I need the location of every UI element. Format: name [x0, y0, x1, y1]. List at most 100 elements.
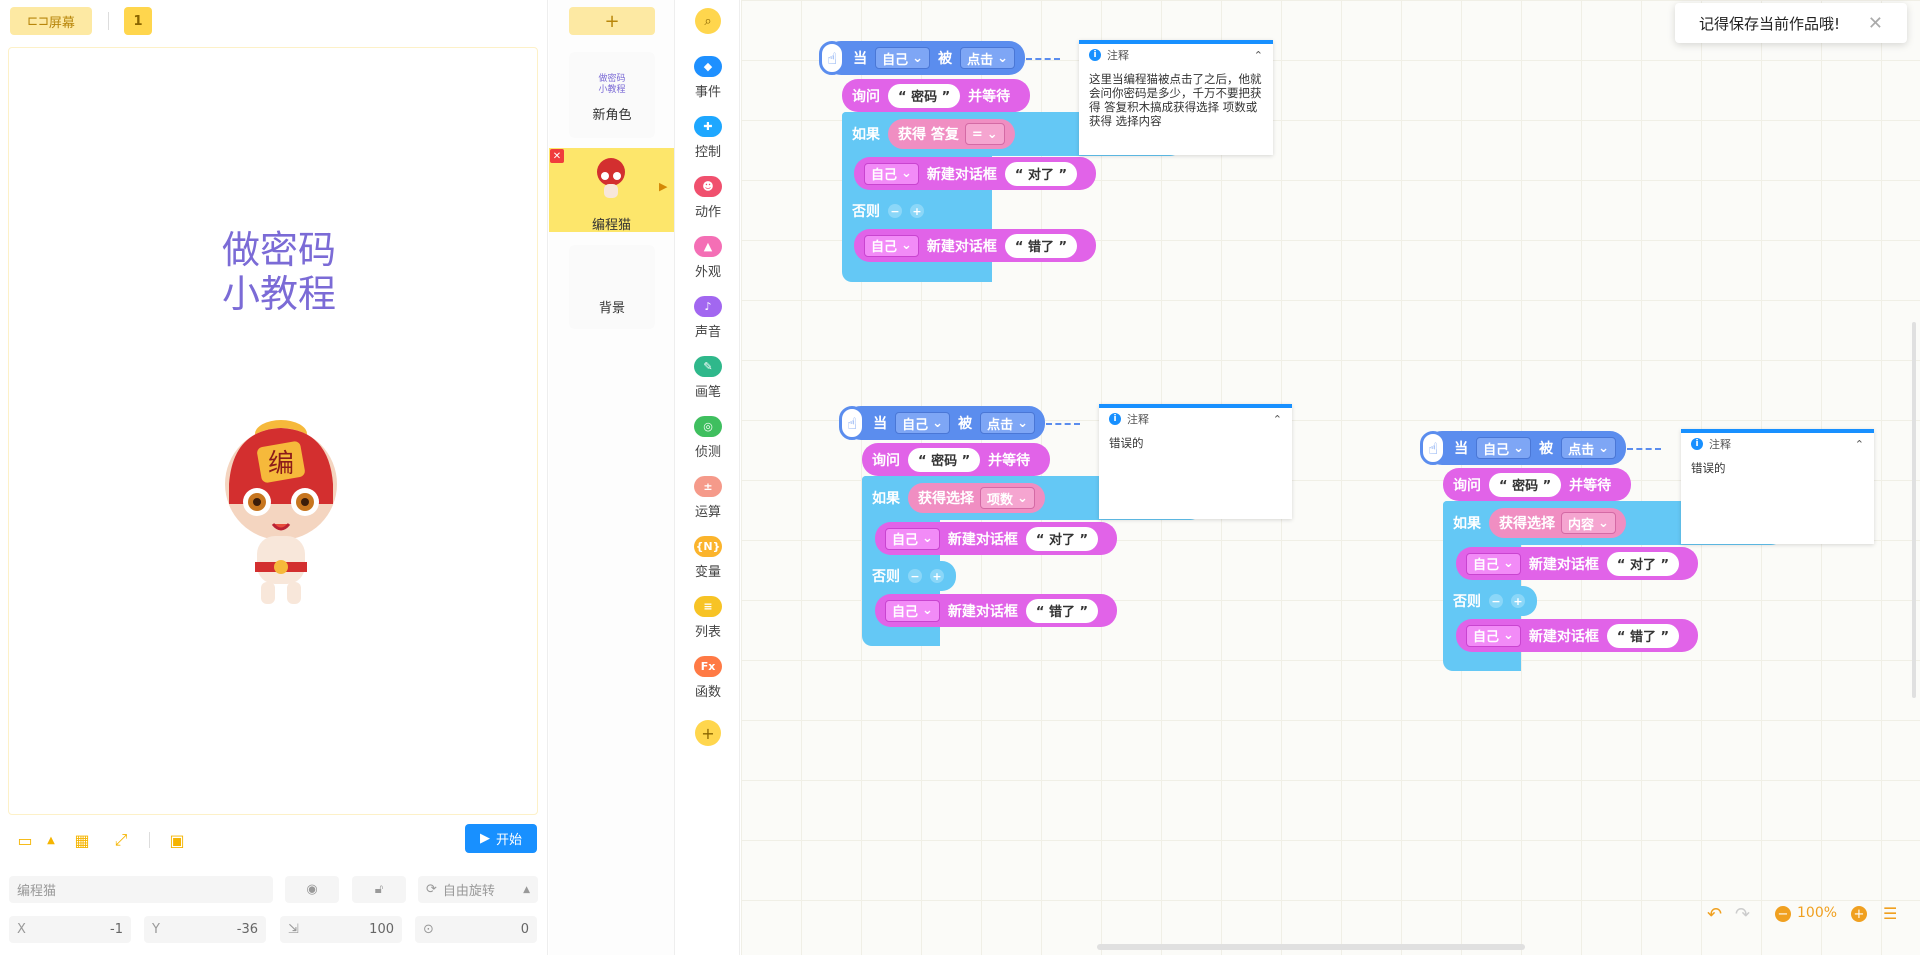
string-correct[interactable]: “ 对了 ”	[1004, 161, 1078, 186]
screen-button[interactable]: ⊏⊐ 屏幕	[10, 7, 92, 35]
x-position-field[interactable]: X -1	[9, 916, 131, 943]
add-sprite-button[interactable]: +	[569, 7, 655, 35]
collapse-icon[interactable]: ⌃	[1254, 49, 1263, 62]
add-branch-icon[interactable]: +	[910, 204, 924, 218]
sprite-coding-cat[interactable]: ✕ ▶ 编程猫	[549, 148, 674, 233]
choice-select[interactable]: 内容 ⌄	[1561, 512, 1616, 534]
redo-icon[interactable]: ↷	[1735, 904, 1750, 925]
start-button[interactable]: ▶ 开始	[465, 824, 537, 853]
remove-branch-icon[interactable]: −	[908, 569, 922, 583]
category-item[interactable]: ≡ 列表	[676, 596, 740, 640]
caret-up-icon[interactable]: ▲	[41, 830, 61, 850]
get-choice-block[interactable]: 获得选择 项数 ⌄	[908, 483, 1045, 513]
fullscreen-icon[interactable]: ⤢	[111, 830, 131, 850]
new-dialog-block[interactable]: 自己 ⌄ 新建对话框 “ 对了 ”	[854, 157, 1096, 190]
category-item[interactable]: ▲ 外观	[676, 236, 740, 280]
string-password[interactable]: “ 密码 ”	[888, 83, 961, 108]
category-item[interactable]: Fx 函数	[676, 656, 740, 700]
string-wrong[interactable]: “ 错了 ”	[1606, 623, 1680, 648]
category-item[interactable]: {N} 变量	[676, 536, 740, 580]
category-item[interactable]: ☻ 动作	[676, 176, 740, 220]
new-role-thumbnail: 做密码 小教程	[569, 74, 655, 96]
visibility-toggle[interactable]: ◉	[285, 876, 339, 903]
y-position-field[interactable]: Y -36	[144, 916, 266, 943]
add-branch-icon[interactable]: +	[930, 569, 944, 583]
sprite-new-role[interactable]: 做密码 小教程 新角色	[569, 52, 655, 138]
when-clicked-block[interactable]: ☝ 当自己 ⌄ 被点击 ⌄	[819, 41, 1025, 75]
collapse-icon[interactable]: ⌃	[1273, 413, 1282, 426]
sprite-name-field[interactable]: 编程猫	[9, 876, 273, 903]
ask-block[interactable]: 询问 “ 密码 ” 并等待	[862, 443, 1050, 476]
comment-note[interactable]: i 注释 ⌃ 这里当编程猫被点击了之后，他就会问你密码是多少，千万不要把获得 答复积…	[1079, 40, 1273, 155]
self-select[interactable]: 自己 ⌄	[1466, 552, 1521, 575]
category-item[interactable]: ◎ 侦测	[676, 416, 740, 460]
code-workspace[interactable]: 如果 获得 答复 = ⌄ 自己 ⌄ 新建对话框 “ 对了 ” 否则 − + 自己 ⌄ 新建对话框 “…	[741, 0, 1920, 955]
delete-sprite-icon[interactable]: ✕	[550, 149, 564, 163]
close-icon[interactable]: ✕	[1868, 13, 1883, 34]
when-clicked-block[interactable]: ☝ 当自己 ⌄ 被点击 ⌄	[1420, 431, 1626, 465]
self-select[interactable]: 自己 ⌄	[1476, 437, 1532, 459]
ask-block[interactable]: 询问 “ 密码 ” 并等待	[1443, 468, 1631, 501]
play-screen-icon[interactable]: ▣	[167, 830, 187, 850]
zoom-out-icon[interactable]: −	[1775, 906, 1791, 922]
zoom-in-icon[interactable]: +	[1851, 906, 1867, 922]
self-select[interactable]: 自己 ⌄	[864, 162, 919, 185]
horizontal-scrollbar[interactable]	[1097, 944, 1525, 950]
self-select[interactable]: 自己 ⌄	[1466, 624, 1521, 647]
event-select[interactable]: 点击 ⌄	[1561, 437, 1616, 459]
sprite-background[interactable]: 背景	[569, 245, 655, 329]
category-item[interactable]: ± 运算	[676, 476, 740, 520]
category-item[interactable]: ✚ 控制	[676, 116, 740, 160]
string-correct[interactable]: “ 对了 ”	[1025, 526, 1099, 551]
string-password[interactable]: “ 密码 ”	[908, 447, 981, 472]
undo-icon[interactable]: ↶	[1707, 904, 1722, 925]
search-icon[interactable]: ⌕	[695, 8, 721, 34]
direction-field[interactable]: ⊙ 0	[415, 916, 537, 943]
category-item[interactable]: ✎ 画笔	[676, 356, 740, 400]
add-branch-icon[interactable]: +	[1511, 594, 1525, 608]
self-select[interactable]: 自己 ⌄	[895, 412, 951, 434]
string-correct[interactable]: “ 对了 ”	[1606, 551, 1680, 576]
operator-select[interactable]: = ⌄	[964, 123, 1005, 145]
string-password[interactable]: “ 密码 ”	[1489, 472, 1562, 497]
choice-select[interactable]: 项数 ⌄	[980, 487, 1035, 509]
remove-branch-icon[interactable]: −	[888, 204, 902, 218]
stage-canvas[interactable]: 做密码 小教程 编	[8, 47, 538, 815]
category-item[interactable]: ♪ 声音	[676, 296, 740, 340]
new-dialog-block[interactable]: 自己 ⌄ 新建对话框 “ 对了 ”	[875, 522, 1117, 555]
comment-note[interactable]: i 注释 ⌃ 错误的	[1099, 404, 1292, 519]
event-select[interactable]: 点击 ⌄	[960, 47, 1015, 69]
get-choice-block[interactable]: 获得选择 内容 ⌄	[1489, 508, 1626, 538]
screen-index-badge[interactable]: 1	[124, 7, 152, 35]
else-block[interactable]: 否则 − +	[842, 196, 936, 226]
collapse-icon[interactable]: ⌃	[1855, 438, 1864, 451]
arrange-blocks-icon[interactable]: ☰	[1883, 904, 1897, 923]
category-item[interactable]: ◆ 事件	[676, 56, 740, 100]
self-select[interactable]: 自己 ⌄	[875, 47, 931, 69]
lock-toggle[interactable]: 🔓︎	[352, 876, 406, 903]
new-dialog-block[interactable]: 自己 ⌄ 新建对话框 “ 对了 ”	[1456, 547, 1698, 580]
grid-icon[interactable]: ▦	[72, 830, 92, 850]
size-field[interactable]: ⇲ 100	[280, 916, 402, 943]
string-wrong[interactable]: “ 错了 ”	[1004, 233, 1078, 258]
when-clicked-block[interactable]: ☝ 当自己 ⌄ 被点击 ⌄	[839, 406, 1045, 440]
self-select[interactable]: 自己 ⌄	[885, 599, 940, 622]
string-wrong[interactable]: “ 错了 ”	[1025, 598, 1099, 623]
new-dialog-block[interactable]: 自己 ⌄ 新建对话框 “ 错了 ”	[875, 594, 1117, 627]
compare-block[interactable]: 获得 答复 = ⌄	[888, 119, 1015, 149]
remove-branch-icon[interactable]: −	[1489, 594, 1503, 608]
rotation-mode-select[interactable]: ⟳ 自由旋转 ▲	[418, 876, 538, 903]
new-dialog-block[interactable]: 自己 ⌄ 新建对话框 “ 错了 ”	[1456, 619, 1698, 652]
ask-block[interactable]: 询问 “ 密码 ” 并等待	[842, 79, 1030, 112]
coding-cat-sprite[interactable]: 编	[219, 414, 343, 608]
stage-size-icon[interactable]: ▭	[15, 830, 35, 850]
self-select[interactable]: 自己 ⌄	[864, 234, 919, 257]
vertical-scrollbar[interactable]	[1912, 322, 1916, 698]
comment-note[interactable]: i 注释 ⌃ 错误的	[1681, 429, 1874, 544]
new-dialog-block[interactable]: 自己 ⌄ 新建对话框 “ 错了 ”	[854, 229, 1096, 262]
event-select[interactable]: 点击 ⌄	[980, 412, 1035, 434]
add-extension-icon[interactable]: +	[695, 720, 721, 746]
self-select[interactable]: 自己 ⌄	[885, 527, 940, 550]
else-block[interactable]: 否则 − +	[862, 561, 956, 591]
else-block[interactable]: 否则 − +	[1443, 586, 1537, 616]
